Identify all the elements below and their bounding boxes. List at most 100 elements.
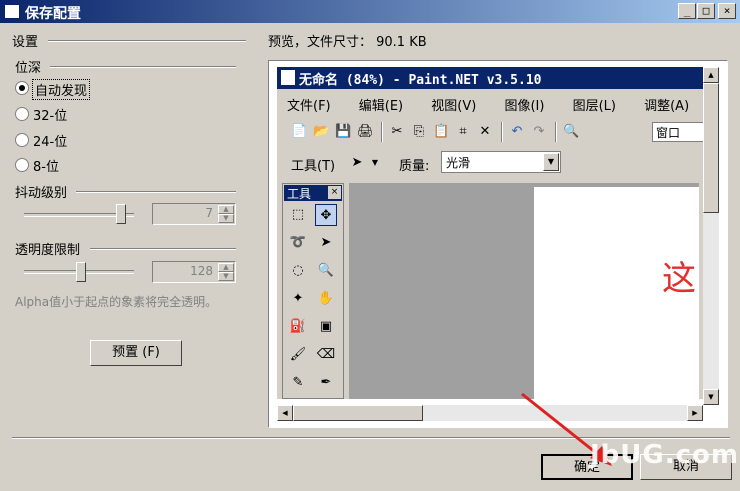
copy-icon: ⎘: [413, 124, 425, 139]
tools-menu-label: 工具(T): [291, 159, 336, 174]
paintnet-title: 无命名 (84%) - Paint.NET v3.5.10: [299, 73, 542, 88]
menu-edit: 编辑(E): [358, 99, 404, 114]
canvas: 这: [534, 187, 699, 399]
transparency-value: 128: [190, 264, 213, 278]
scroll-left-arrow[interactable]: ◀: [277, 405, 293, 421]
horizontal-scroll-thumb[interactable]: [293, 405, 423, 421]
window-title: 保存配置: [25, 6, 81, 22]
paintnet-menu-bar: 文件(F) 编辑(E) 视图(V) 图像(I) 图层(L) 调整(A): [287, 95, 713, 114]
scroll-up-arrow[interactable]: ▲: [703, 67, 719, 83]
transparency-label: 透明度限制: [15, 243, 81, 258]
transparency-slider-thumb[interactable]: [76, 262, 86, 282]
title-bar: 保存配置 _ □ ×: [0, 0, 740, 23]
transparency-divider: [90, 248, 236, 250]
minimize-button[interactable]: _: [678, 3, 696, 19]
ellipse-select-icon: ◌: [292, 263, 304, 278]
quality-value: 光滑: [446, 156, 471, 170]
radio-auto-detect[interactable]: [15, 81, 29, 95]
redo-icon: ↷: [533, 124, 545, 139]
print-icon: 🖨: [357, 124, 374, 139]
bit-depth-label: 位深: [15, 61, 42, 76]
menu-adjust: 调整(A): [644, 99, 690, 114]
dither-slider-thumb[interactable]: [116, 204, 126, 224]
radio-auto-detect-label[interactable]: 自动发现: [32, 79, 91, 100]
toolbox-header: 工具 ×: [284, 185, 342, 201]
save-icon: 💾: [335, 124, 352, 139]
dither-value: 7: [205, 206, 213, 220]
save-config-dialog: 保存配置 _ □ × 设置 位深 自动发现 32-位 24-位 8-位 抖动级别…: [0, 0, 740, 491]
crop-icon: ⌗: [459, 124, 467, 139]
canvas-area: 这: [349, 183, 699, 399]
defaults-button[interactable]: 预置 (F): [90, 340, 182, 366]
maximize-button[interactable]: □: [697, 3, 715, 19]
radio-32-bit-label[interactable]: 32-位: [33, 105, 67, 124]
move-icon: ➤: [320, 235, 332, 250]
color-picker-icon: ✒: [320, 375, 332, 390]
menu-file: 文件(F): [287, 99, 331, 114]
preview-horizontal-scrollbar[interactable]: ◀ ▶: [277, 405, 703, 421]
app-icon: [4, 4, 20, 19]
move-selection-icon: ✥: [315, 204, 337, 226]
transparency-spinner[interactable]: 128 ▲ ▼: [152, 261, 236, 283]
settings-section-label: 设置: [12, 35, 39, 50]
zoom-tool-icon: 🔍: [317, 263, 335, 278]
pencil-icon: ✎: [292, 375, 304, 390]
paintnet-window: 文件(F) 编辑(E) 视图(V) 图像(I) 图层(L) 调整(A) 📄 📂 …: [277, 89, 712, 399]
paintnet-toolbox: 工具 × ⬚ ✥ ➰ ➤ ◌ 🔍 ✦ ✋ ⛽ ▣ 🖌 ⌫ ✎ ✒: [282, 183, 344, 399]
dither-divider: [76, 191, 236, 193]
radio-24-bit[interactable]: [15, 133, 29, 147]
paint-bucket-icon: ⛽: [289, 319, 307, 334]
transparency-spin-up[interactable]: ▲: [218, 263, 234, 272]
menu-view: 视图(V): [431, 99, 477, 114]
quality-select: 光滑 ▼: [441, 151, 561, 173]
cut-icon: ✂: [391, 124, 403, 139]
dither-spin-up[interactable]: ▲: [218, 205, 234, 214]
toolbar-separator: [381, 122, 383, 142]
preview-vertical-scrollbar[interactable]: ▲ ▼: [703, 67, 719, 405]
toolbar-separator: [501, 122, 503, 142]
dither-spin-down[interactable]: ▼: [218, 214, 234, 223]
close-button[interactable]: ×: [718, 3, 736, 19]
dither-label: 抖动级别: [15, 186, 68, 201]
chevron-down-icon: ▼: [543, 153, 559, 171]
watermark-logo: JbUG.com: [590, 440, 739, 470]
preview-pane: 无命名 (84%) - Paint.NET v3.5.10 文件(F) 编辑(E…: [268, 60, 728, 428]
menu-image: 图像(I): [504, 99, 545, 114]
paste-icon: 📋: [433, 124, 450, 139]
zoom-icon: 🔍: [563, 124, 580, 139]
dropdown-arrow-icon: ▼: [371, 158, 379, 167]
quality-label: 质量:: [399, 159, 430, 174]
menu-layers: 图层(L): [572, 99, 616, 114]
canvas-text: 这: [662, 259, 696, 299]
magic-wand-icon: ✦: [292, 291, 304, 306]
pointer-icon: ➤: [351, 155, 363, 170]
dither-spinner[interactable]: 7 ▲ ▼: [152, 203, 236, 225]
alpha-hint-text: Alpha值小于起点的象素将完全透明。: [15, 295, 218, 309]
paintnet-title-bar: 无命名 (84%) - Paint.NET v3.5.10: [277, 67, 703, 89]
toolbar-separator: [555, 122, 557, 142]
scroll-down-arrow[interactable]: ▼: [703, 389, 719, 405]
pan-icon: ✋: [317, 291, 335, 306]
vertical-scroll-thumb[interactable]: [703, 83, 719, 213]
lasso-icon: ➰: [289, 235, 307, 250]
undo-icon: ↶: [511, 124, 523, 139]
rect-select-icon: ⬚: [291, 207, 305, 222]
eraser-icon: ⌫: [316, 347, 336, 362]
close-icon: ×: [328, 186, 341, 199]
paintnet-icon: [281, 70, 295, 85]
footer-divider: [12, 437, 730, 439]
open-folder-icon: 📂: [313, 124, 330, 139]
radio-8-bit-label[interactable]: 8-位: [33, 156, 59, 175]
toolbox-title: 工具: [287, 187, 312, 201]
radio-24-bit-label[interactable]: 24-位: [33, 131, 67, 150]
transparency-spin-down[interactable]: ▼: [218, 272, 234, 281]
scroll-right-arrow[interactable]: ▶: [687, 405, 703, 421]
deselect-icon: ✕: [479, 124, 491, 139]
bit-depth-divider: [50, 66, 236, 68]
preview-header: 预览，文件尺寸： 90.1 KB: [268, 35, 427, 50]
radio-8-bit[interactable]: [15, 158, 29, 172]
radio-32-bit[interactable]: [15, 107, 29, 121]
settings-divider: [48, 40, 246, 42]
brush-icon: 🖌: [289, 347, 307, 362]
new-file-icon: 📄: [291, 124, 308, 139]
